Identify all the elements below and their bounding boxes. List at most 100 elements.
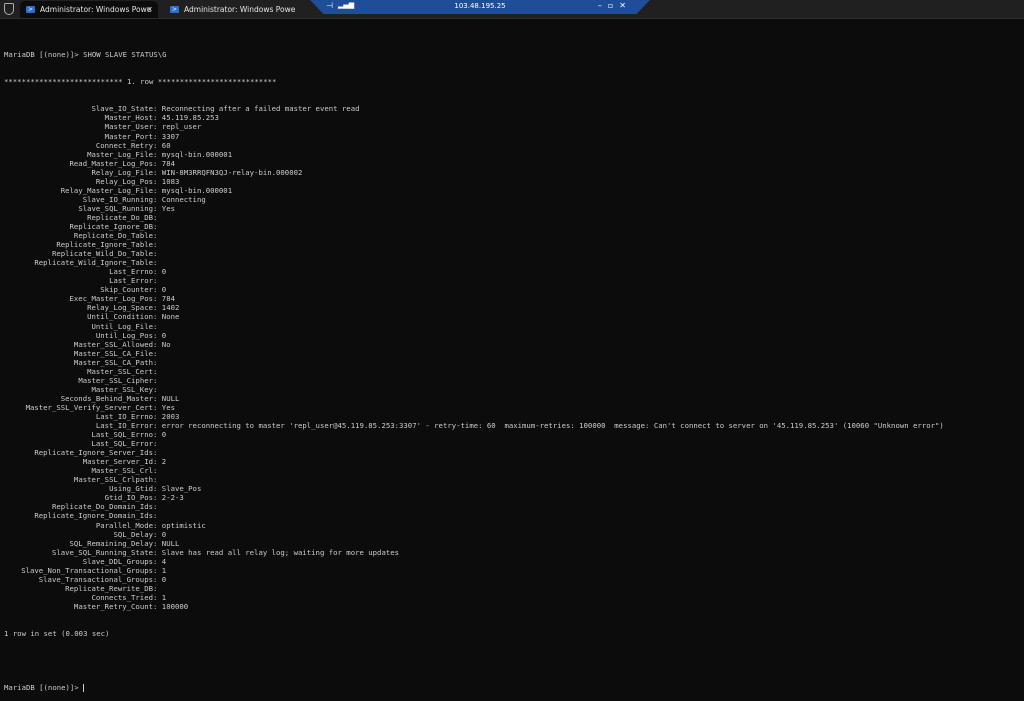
field-value: Reconnecting after a failed master event…	[161, 104, 360, 114]
status-field-row: Last_SQL_Error:	[4, 439, 1024, 448]
field-value: 0	[161, 529, 167, 539]
field-value: 3307	[161, 131, 180, 141]
prompt: MariaDB [(none)]>	[4, 683, 84, 693]
console-output: MariaDB [(none)]> SHOW SLAVE STATUS\G **…	[4, 32, 1024, 701]
status-field-row: Gtid_IO_Pos: 2-2-3	[4, 493, 1024, 502]
field-value: 2003	[161, 411, 180, 421]
result-line: 1 row in set (0.003 sec)	[4, 629, 110, 639]
window-controls[interactable]: –▫✕	[598, 1, 632, 10]
field-key: Last_SQL_Errno	[91, 430, 153, 440]
status-field-row: Master_Log_File: mysql-bin.000001	[4, 150, 1024, 159]
field-key: Connects_Tried	[91, 592, 153, 602]
field-key: Read_Master_Log_Pos	[69, 158, 153, 168]
status-field-row: Last_Errno: 0	[4, 267, 1024, 276]
field-value: 1083	[161, 176, 180, 186]
status-field-row: Replicate_Do_DB:	[4, 213, 1024, 222]
field-key: Replicate_Rewrite_DB	[65, 583, 153, 593]
field-value: NULL	[161, 538, 180, 548]
field-value: optimistic	[161, 520, 206, 530]
tab-powershell-2[interactable]: > Administrator: Windows Powe	[164, 1, 302, 18]
shield-icon[interactable]	[4, 3, 14, 15]
field-value: Slave_Pos	[161, 484, 202, 494]
tab-title: Administrator: Windows Powe	[184, 5, 296, 14]
status-field-row: Replicate_Wild_Ignore_Table:	[4, 258, 1024, 267]
field-value: 1	[161, 565, 167, 575]
title-bar: > Administrator: Windows Powe ✕ > Admini…	[0, 0, 1024, 19]
powershell-icon: >	[26, 6, 35, 13]
field-key: Master_SSL_Allowed	[73, 339, 153, 349]
status-field-row: Master_SSL_Key:	[4, 385, 1024, 394]
status-field-row: Master_SSL_Crlpath:	[4, 475, 1024, 484]
status-field-row: Replicate_Ignore_Server_Ids:	[4, 448, 1024, 457]
field-key: Exec_Master_Log_Pos	[69, 294, 153, 304]
status-field-row: Replicate_Do_Domain_Ids:	[4, 502, 1024, 511]
field-key: Master_User	[104, 122, 153, 132]
status-field-row: Slave_Non_Transactional_Groups: 1	[4, 566, 1024, 575]
field-value: Connecting	[161, 194, 206, 204]
field-key: Relay_Log_Space	[87, 303, 153, 313]
field-value: 2	[161, 457, 167, 467]
field-value: 1	[161, 592, 167, 602]
field-key: Gtid_IO_Pos	[104, 493, 153, 503]
field-key: Parallel_Mode	[95, 520, 153, 530]
field-key: Using_Gtid	[109, 484, 153, 494]
status-field-row: Master_SSL_Cert:	[4, 367, 1024, 376]
status-field-row: Slave_SQL_Running_State: Slave has read …	[4, 548, 1024, 557]
field-value: 100000	[161, 601, 189, 611]
field-key: Until_Log_Pos	[95, 330, 153, 340]
field-key: Skip_Counter	[100, 285, 153, 295]
status-field-row: Master_Host: 45.119.85.253	[4, 113, 1024, 122]
command-line: MariaDB [(none)]> SHOW SLAVE STATUS\G	[4, 50, 167, 60]
status-field-row: Relay_Log_Pos: 1083	[4, 177, 1024, 186]
field-key: Slave_SQL_Running_State	[51, 547, 153, 557]
status-field-row: Master_SSL_CA_Path:	[4, 358, 1024, 367]
status-field-row: Relay_Log_File: WIN-8M3RRQFN3QJ-relay-bi…	[4, 168, 1024, 177]
field-value: mysql-bin.000001	[161, 185, 233, 195]
prompt-line[interactable]: MariaDB [(none)]>	[4, 683, 1024, 693]
field-key: Replicate_Wild_Ignore_Table	[34, 258, 153, 268]
status-field-row: Master_SSL_Crl:	[4, 466, 1024, 475]
field-key: Connect_Retry	[95, 140, 153, 150]
status-field-row: Parallel_Mode: optimistic	[4, 521, 1024, 530]
field-key: Last_IO_Errno	[95, 411, 153, 421]
status-field-row: Master_SSL_CA_File:	[4, 349, 1024, 358]
status-field-row: Master_SSL_Verify_Server_Cert: Yes	[4, 403, 1024, 412]
tab-powershell-1[interactable]: > Administrator: Windows Powe ✕	[20, 1, 158, 18]
status-field-row: Master_SSL_Cipher:	[4, 376, 1024, 385]
status-field-row: Master_Port: 3307	[4, 132, 1024, 141]
field-key: Replicate_Do_Domain_Ids	[51, 502, 153, 512]
field-key: Last_SQL_Error	[91, 439, 153, 449]
field-key: Slave_IO_Running	[82, 194, 153, 204]
field-value: NULL	[161, 393, 180, 403]
field-value: error reconnecting to master 'repl_user@…	[161, 421, 944, 431]
field-key: Master_SSL_Crl	[91, 466, 153, 476]
status-field-row: Master_Server_Id: 2	[4, 457, 1024, 466]
field-value: 60	[161, 140, 171, 150]
status-field-row: Exec_Master_Log_Pos: 784	[4, 294, 1024, 303]
status-field-row: Until_Log_File:	[4, 322, 1024, 331]
status-field-row: Connects_Tried: 1	[4, 593, 1024, 602]
field-value: 0	[161, 330, 167, 340]
field-key: Master_SSL_Crlpath	[73, 475, 153, 485]
field-key: Slave_Non_Transactional_Groups	[21, 565, 153, 575]
field-key: Relay_Master_Log_File	[60, 185, 153, 195]
field-key: Master_SSL_CA_Path	[73, 357, 153, 367]
status-field-row: Seconds_Behind_Master: NULL	[4, 394, 1024, 403]
field-key: Until_Condition	[87, 312, 153, 322]
field-key: Seconds_Behind_Master	[60, 393, 153, 403]
field-key: Master_SSL_Cipher	[78, 375, 153, 385]
status-field-row: Slave_IO_Running: Connecting	[4, 195, 1024, 204]
close-icon[interactable]: ✕	[146, 1, 153, 18]
field-value: Yes	[161, 203, 175, 213]
status-field-row: Relay_Log_Space: 1402	[4, 303, 1024, 312]
status-field-row: Replicate_Rewrite_DB:	[4, 584, 1024, 593]
status-field-row: Read_Master_Log_Pos: 784	[4, 159, 1024, 168]
field-value: Slave has read all relay log; waiting fo…	[161, 547, 400, 557]
field-key: Last_Errno	[109, 267, 153, 277]
field-key: Master_Host	[104, 113, 153, 123]
status-field-row: Last_IO_Errno: 2003	[4, 412, 1024, 421]
status-field-row: Relay_Master_Log_File: mysql-bin.000001	[4, 186, 1024, 195]
field-key: Master_SSL_Key	[91, 384, 153, 394]
field-value: 784	[161, 294, 175, 304]
status-field-row: Until_Condition: None	[4, 312, 1024, 321]
